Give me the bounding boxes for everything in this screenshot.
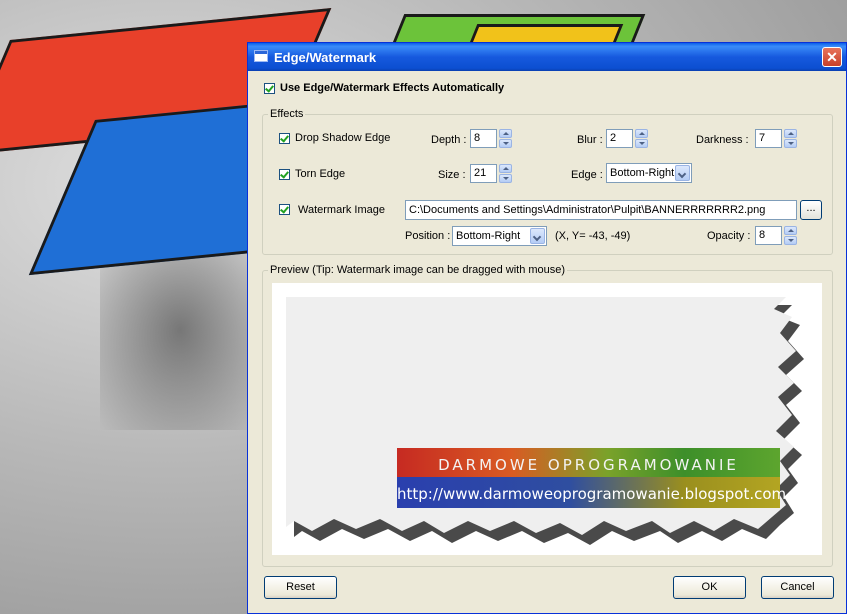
banner-url: http://www.darmoweoprogramowanie.blogspo… <box>397 485 787 503</box>
watermark-label: Watermark Image <box>298 204 386 216</box>
spin-up-icon[interactable] <box>635 129 648 138</box>
torn-edge-checkbox[interactable] <box>279 169 290 180</box>
depth-input[interactable]: 8 <box>470 129 497 148</box>
blur-label: Blur : <box>577 134 603 146</box>
watermark-path-input[interactable]: C:\Documents and Settings\Administrator\… <box>405 200 797 220</box>
ok-button[interactable]: OK <box>673 576 746 599</box>
blur-spinner[interactable] <box>635 129 648 148</box>
size-input[interactable]: 21 <box>470 164 497 183</box>
spin-down-icon[interactable] <box>635 139 648 148</box>
drop-shadow-checkbox[interactable] <box>279 133 290 144</box>
watermark-coords: (X, Y= -43, -49) <box>555 230 631 242</box>
close-icon: ✕ <box>826 49 838 65</box>
chevron-down-icon[interactable] <box>530 228 545 244</box>
depth-spinner[interactable] <box>499 129 512 148</box>
edge-select-value: Bottom-Right <box>610 167 675 179</box>
spin-down-icon[interactable] <box>784 236 797 245</box>
drop-shadow-label: Drop Shadow Edge <box>295 132 391 144</box>
effects-legend: Effects <box>268 108 306 120</box>
edge-watermark-dialog: Edge/Watermark ✕ Use Edge/Watermark Effe… <box>247 42 847 614</box>
window-icon <box>254 50 268 62</box>
darkness-label: Darkness : <box>696 134 749 146</box>
title-bar[interactable]: Edge/Watermark ✕ <box>248 43 846 71</box>
spin-down-icon[interactable] <box>784 139 797 148</box>
opacity-label: Opacity : <box>707 230 751 242</box>
spin-up-icon[interactable] <box>784 226 797 235</box>
banner-title: DARMOWE OPROGRAMOWANIE <box>438 456 739 474</box>
close-button[interactable]: ✕ <box>822 47 842 67</box>
size-label: Size : <box>438 169 466 181</box>
torn-edge-label: Torn Edge <box>295 168 346 180</box>
position-label: Position : <box>405 230 451 242</box>
darkness-input[interactable]: 7 <box>755 129 782 148</box>
darkness-spinner[interactable] <box>784 129 797 148</box>
auto-effects-checkbox[interactable] <box>264 83 275 94</box>
torn-paper <box>286 297 796 535</box>
reset-button[interactable]: Reset <box>264 576 337 599</box>
edge-label: Edge : <box>571 169 603 181</box>
preview-canvas[interactable]: DARMOWE OPROGRAMOWANIE http://www.darmow… <box>272 283 822 555</box>
spin-up-icon[interactable] <box>499 129 512 138</box>
chevron-down-icon[interactable] <box>675 165 690 181</box>
opacity-spinner[interactable] <box>784 226 797 245</box>
position-select-value: Bottom-Right <box>456 230 521 242</box>
spin-up-icon[interactable] <box>499 164 512 173</box>
auto-effects-label: Use Edge/Watermark Effects Automatically <box>280 82 505 94</box>
preview-legend: Preview (Tip: Watermark image can be dra… <box>268 264 568 276</box>
position-select[interactable]: Bottom-Right <box>452 226 547 246</box>
size-spinner[interactable] <box>499 164 512 183</box>
opacity-input[interactable]: 8 <box>755 226 782 245</box>
spin-down-icon[interactable] <box>499 139 512 148</box>
blur-input[interactable]: 2 <box>606 129 633 148</box>
depth-label: Depth : <box>431 134 467 146</box>
watermark-checkbox[interactable] <box>279 204 290 215</box>
window-title: Edge/Watermark <box>274 50 377 65</box>
cancel-button[interactable]: Cancel <box>761 576 834 599</box>
spin-down-icon[interactable] <box>499 174 512 183</box>
browse-button[interactable]: ... <box>800 200 822 220</box>
edge-select[interactable]: Bottom-Right <box>606 163 692 183</box>
spin-up-icon[interactable] <box>784 129 797 138</box>
watermark-banner[interactable]: DARMOWE OPROGRAMOWANIE http://www.darmow… <box>397 448 787 508</box>
